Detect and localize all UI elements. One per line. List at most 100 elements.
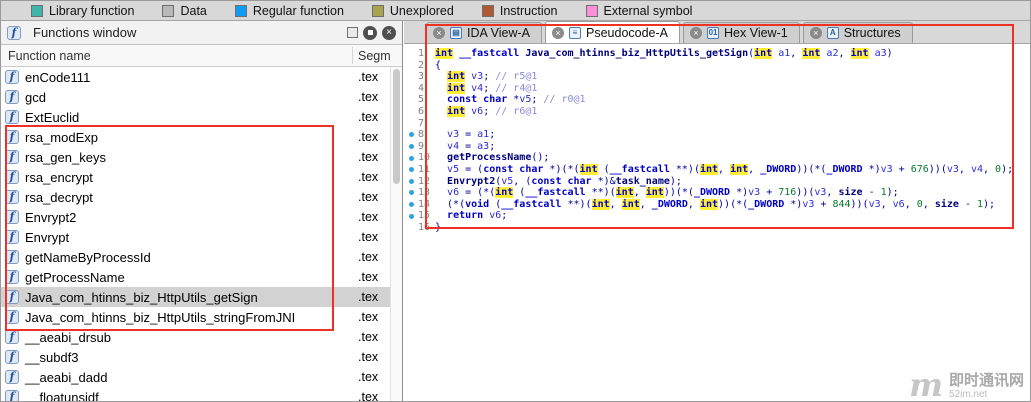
function-row-rsa-encrypt[interactable]: frsa_encrypt.tex	[1, 167, 390, 187]
restore-icon[interactable]	[347, 27, 358, 38]
line-dot-slot	[404, 164, 418, 176]
line-marker-dot	[409, 214, 414, 219]
legend-item-instruction: Instruction	[482, 4, 558, 18]
code-text: v6 = (*(int (__fastcall **)(int, int))(*…	[435, 187, 899, 199]
function-row-envrypt[interactable]: fEnvrypt.tex	[1, 227, 390, 247]
function-icon: f	[5, 390, 19, 401]
code-line-15[interactable]: 15 return v6;	[404, 210, 1030, 222]
tab-structures[interactable]: × A Structures	[803, 22, 913, 43]
line-dot-slot	[404, 71, 418, 83]
function-icon: f	[5, 230, 19, 244]
function-row-aeabi-drsub[interactable]: f__aeabi_drsub.tex	[1, 327, 390, 347]
column-divider[interactable]	[352, 47, 353, 64]
function-row-envrypt2[interactable]: fEnvrypt2.tex	[1, 207, 390, 227]
function-name: Java_com_htinns_biz_HttpUtils_stringFrom…	[25, 310, 295, 325]
tab-pseudocode-a[interactable]: ×≡Pseudocode-A	[545, 21, 680, 43]
function-row-rsa-decrypt[interactable]: frsa_decrypt.tex	[1, 187, 390, 207]
function-row-rsa-gen-keys[interactable]: frsa_gen_keys.tex	[1, 147, 390, 167]
code-line-11[interactable]: 11 v5 = (const char *)(*(int (__fastcall…	[404, 164, 1030, 176]
right-panel: ×▤IDA View-A×≡Pseudocode-A×01Hex View-1×…	[404, 21, 1030, 401]
line-dot-slot	[404, 60, 418, 72]
line-number: 5	[418, 94, 435, 106]
code-line-13[interactable]: 13 v6 = (*(int (__fastcall **)(int, int)…	[404, 187, 1030, 199]
code-text: Envrypt2(v5, (const char *)&task_name);	[435, 176, 682, 188]
line-dot-slot	[404, 83, 418, 95]
function-name: rsa_decrypt	[25, 190, 93, 205]
scrollbar-thumb[interactable]	[393, 69, 400, 184]
tab-label: Structures	[844, 26, 901, 40]
function-row-rsa-modexp[interactable]: frsa_modExp.tex	[1, 127, 390, 147]
legend-label: Regular function	[253, 4, 344, 18]
pseudocode-icon: ≡	[569, 27, 581, 39]
code-line-6[interactable]: 6 int v6; // r6@1	[404, 106, 1030, 118]
legend-swatch-external-symbol	[586, 5, 598, 17]
code-text: v4 = a3;	[435, 141, 495, 153]
function-row-exteuclid[interactable]: fExtEuclid.tex	[1, 107, 390, 127]
column-header-function-name[interactable]: Function name	[8, 49, 91, 63]
code-line-14[interactable]: 14 (*(void (__fastcall **)(int, int, _DW…	[404, 199, 1030, 211]
watermark-domain: 52im.net	[949, 389, 987, 400]
function-segment: .tex	[358, 350, 378, 364]
column-header-segment[interactable]: Segm	[358, 49, 391, 63]
functions-scrollbar[interactable]	[390, 67, 402, 401]
function-name: getProcessName	[25, 270, 125, 285]
code-line-12[interactable]: 12 Envrypt2(v5, (const char *)&task_name…	[404, 176, 1030, 188]
function-icon: f	[5, 350, 19, 364]
functions-header: Function name Segm	[1, 45, 402, 67]
tab-ida-view-a[interactable]: ×▤IDA View-A	[426, 22, 542, 43]
structures-icon: A	[827, 27, 839, 39]
function-row-floatunsidf[interactable]: f__floatunsidf.tex	[1, 387, 390, 401]
pseudocode-area[interactable]: 1int __fastcall Java_com_htinns_biz_Http…	[404, 45, 1030, 401]
function-row-aeabi-dadd[interactable]: f__aeabi_dadd.tex	[1, 367, 390, 387]
undock-icon	[368, 30, 373, 35]
function-name: __floatunsidf	[25, 390, 99, 402]
legend-swatch-unexplored	[372, 5, 384, 17]
code-text: {	[435, 60, 441, 72]
functions-titlebar: f Functions window ×	[1, 21, 402, 45]
code-line-3[interactable]: 3 int v3; // r5@1	[404, 71, 1030, 83]
function-row-encode111[interactable]: fenCode111.tex	[1, 67, 390, 87]
code-text: int v6; // r6@1	[435, 106, 537, 118]
code-line-2[interactable]: 2{	[404, 60, 1030, 72]
code-line-9[interactable]: 9 v4 = a3;	[404, 141, 1030, 153]
code-line-5[interactable]: 5 const char *v5; // r0@1	[404, 94, 1030, 106]
legend-swatch-data	[162, 5, 174, 17]
line-number: 12	[418, 176, 435, 188]
code-line-4[interactable]: 4 int v4; // r4@1	[404, 83, 1030, 95]
line-number: 2	[418, 60, 435, 72]
code-text: (*(void (__fastcall **)(int, int, _DWORD…	[435, 199, 995, 211]
code-line-10[interactable]: 10 getProcessName();	[404, 152, 1030, 164]
code-text: int __fastcall Java_com_htinns_biz_HttpU…	[435, 48, 893, 60]
undock-button[interactable]	[363, 26, 377, 40]
line-dot-slot	[404, 152, 418, 164]
function-name: enCode111	[25, 70, 90, 85]
function-row-java-com-htinns-biz-httputils-stringfromjni[interactable]: fJava_com_htinns_biz_HttpUtils_stringFro…	[1, 307, 390, 327]
tab-close-icon[interactable]: ×	[810, 27, 822, 39]
function-row-getnamebyprocessid[interactable]: fgetNameByProcessId.tex	[1, 247, 390, 267]
code-line-1[interactable]: 1int __fastcall Java_com_htinns_biz_Http…	[404, 48, 1030, 60]
function-name: __subdf3	[25, 350, 79, 365]
close-button[interactable]: ×	[382, 26, 396, 40]
line-marker-dot	[409, 202, 414, 207]
legend-label: Instruction	[500, 4, 558, 18]
ida-view-icon: ▤	[450, 27, 462, 39]
function-icon: f	[5, 170, 19, 184]
function-row-gcd[interactable]: fgcd.tex	[1, 87, 390, 107]
code-line-16[interactable]: 16}	[404, 222, 1030, 234]
function-segment: .tex	[358, 70, 378, 84]
tab-hex-view-1[interactable]: ×01Hex View-1	[683, 22, 800, 43]
function-row-getprocessname[interactable]: fgetProcessName.tex	[1, 267, 390, 287]
line-marker-dot	[409, 144, 414, 149]
function-name: rsa_modExp	[25, 130, 98, 145]
functions-window: f Functions window × Function name Segm …	[1, 21, 403, 401]
function-row-subdf3[interactable]: f __subdf3 .tex	[1, 347, 390, 367]
line-number: 1	[418, 48, 435, 60]
tab-close-icon[interactable]: ×	[433, 27, 445, 39]
watermark-title: 即时通讯网	[949, 373, 1024, 390]
code-line-8[interactable]: 8 v3 = a1;	[404, 129, 1030, 141]
function-row-java-com-htinns-biz-httputils-getsign[interactable]: fJava_com_htinns_biz_HttpUtils_getSign.t…	[1, 287, 390, 307]
code-line-7[interactable]: 7	[404, 118, 1030, 130]
line-marker-dot	[409, 132, 414, 137]
tab-close-icon[interactable]: ×	[552, 27, 564, 39]
tab-close-icon[interactable]: ×	[690, 27, 702, 39]
